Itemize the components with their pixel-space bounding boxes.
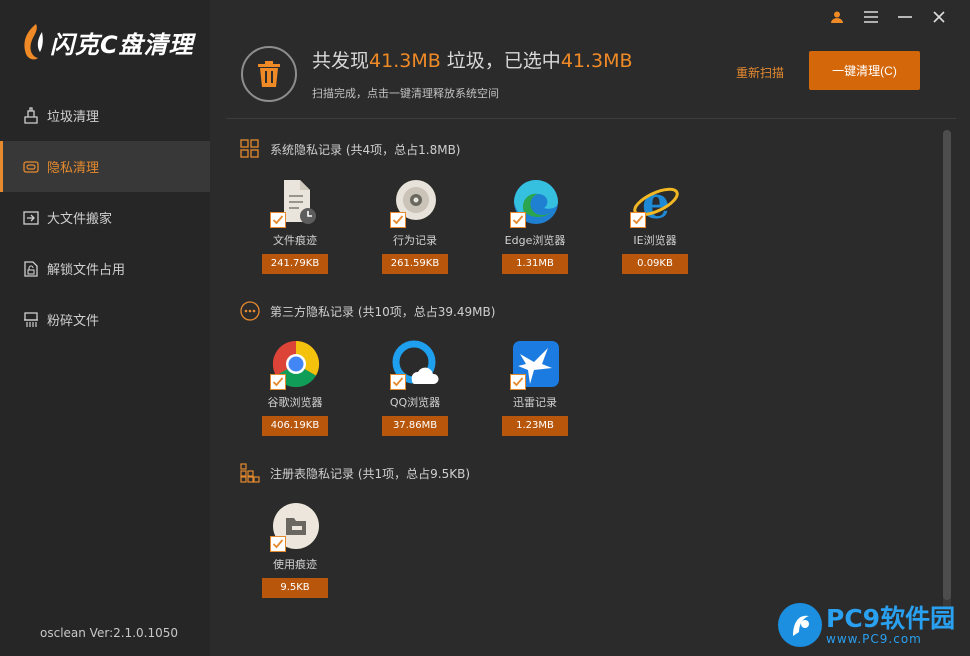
item-size-badge: 37.86MB (382, 416, 448, 436)
checkbox-checked-icon[interactable] (270, 212, 286, 228)
item-label: Edge浏览器 (504, 234, 566, 247)
item-label: QQ浏览器 (389, 396, 441, 409)
item-size-badge: 261.59KB (382, 254, 448, 274)
logo-flame-icon (24, 24, 43, 60)
unlock-file-icon (22, 260, 40, 278)
privacy-item-chrome[interactable]: 谷歌浏览器 406.19KB (262, 340, 328, 436)
privacy-item-usage-trace[interactable]: 使用痕迹 9.5KB (262, 502, 328, 598)
menu-button[interactable] (854, 6, 888, 28)
broom-icon (22, 106, 40, 125)
more-dots-icon (240, 301, 260, 321)
watermark-main: PC9软件园 (826, 603, 956, 633)
one-click-clean-button[interactable]: 一键清理(C) (809, 51, 920, 90)
sidebar-item-junk-clean[interactable]: 垃圾清理 (0, 90, 210, 141)
header-divider (226, 118, 956, 119)
sidebar-item-label: 解锁文件占用 (47, 263, 126, 278)
summary-middle: 垃圾，已选中 (446, 50, 561, 72)
item-label: IE浏览器 (633, 234, 677, 247)
summary-prefix: 共发现 (312, 50, 370, 72)
scrollbar[interactable] (943, 130, 951, 610)
item-size-badge: 0.09KB (622, 254, 688, 274)
section-system-privacy: 系统隐私记录 (共4项，总占1.8MB) (240, 139, 460, 159)
privacy-item-file-trace[interactable]: 文件痕迹 241.79KB (262, 178, 328, 274)
app-logo: 闪克C盘清理 (18, 20, 194, 64)
checkbox-checked-icon[interactable] (390, 374, 406, 390)
watermark-sub: www.PC9.com (826, 631, 922, 646)
item-size-badge: 9.5KB (262, 578, 328, 598)
section-title-text: 第三方隐私记录 (共10项，总占39.49MB) (270, 304, 496, 319)
sidebar-item-label: 大文件搬家 (47, 212, 113, 227)
selected-size: 41.3MB (560, 50, 633, 72)
sidebar-item-label: 粉碎文件 (47, 314, 100, 329)
shredder-icon (22, 311, 40, 329)
item-size-badge: 241.79KB (262, 254, 328, 274)
logo-text: 闪克C盘清理 (50, 30, 194, 59)
close-icon (933, 11, 945, 23)
rescan-link[interactable]: 重新扫描 (736, 64, 784, 81)
watermark: PC9软件园 www.PC9.com (778, 603, 955, 647)
scan-summary-subtitle: 扫描完成，点击一键清理释放系统空间 (312, 87, 499, 100)
item-label: 迅雷记录 (513, 396, 557, 409)
item-size-badge: 1.23MB (502, 416, 568, 436)
checkbox-checked-icon[interactable] (510, 212, 526, 228)
window-controls (820, 6, 956, 28)
sidebar: 闪克C盘清理 垃圾清理 隐私清理 大文件搬家 解锁文件占用 粉碎文件 oscle… (0, 0, 210, 656)
section-third-party-privacy: 第三方隐私记录 (共10项，总占39.49MB) (240, 301, 495, 321)
scan-summary-title: 共发现41.3MB 垃圾，已选中41.3MB (312, 46, 633, 73)
privacy-item-xunlei[interactable]: 迅雷记录 1.23MB (502, 340, 568, 436)
item-label: 谷歌浏览器 (267, 396, 323, 409)
close-button[interactable] (922, 6, 956, 28)
windows-grid-icon (240, 139, 260, 159)
sidebar-item-label: 垃圾清理 (47, 110, 100, 125)
found-size: 41.3MB (369, 50, 441, 72)
user-icon (831, 11, 843, 23)
item-label: 行为记录 (393, 234, 437, 247)
sidebar-item-shred-file[interactable]: 粉碎文件 (0, 294, 210, 345)
trash-icon (258, 61, 280, 87)
move-icon (22, 209, 40, 227)
section-title-text: 系统隐私记录 (共4项，总占1.8MB) (270, 142, 461, 157)
privacy-icon (22, 158, 40, 176)
checkbox-checked-icon[interactable] (270, 374, 286, 390)
checkbox-checked-icon[interactable] (630, 212, 646, 228)
minimize-button[interactable] (888, 6, 922, 28)
scrollbar-thumb[interactable] (943, 130, 951, 600)
section-title-text: 注册表隐私记录 (共1项，总占9.5KB) (270, 466, 470, 481)
version-label: osclean Ver:2.1.0.1050 (40, 626, 178, 640)
watermark-logo-icon (778, 603, 822, 647)
privacy-item-edge[interactable]: Edge浏览器 1.31MB (502, 178, 568, 274)
privacy-item-behavior-record[interactable]: 行为记录 261.59KB (382, 178, 448, 274)
item-size-badge: 1.31MB (502, 254, 568, 274)
checkbox-checked-icon[interactable] (510, 374, 526, 390)
trash-badge (241, 46, 297, 102)
sidebar-item-label: 隐私清理 (47, 161, 100, 176)
svg-text:e: e (642, 178, 670, 228)
privacy-item-ie[interactable]: e IE浏览器 0.09KB (622, 178, 688, 274)
checkbox-checked-icon[interactable] (390, 212, 406, 228)
sidebar-nav: 垃圾清理 隐私清理 大文件搬家 解锁文件占用 粉碎文件 (0, 90, 210, 345)
item-size-badge: 406.19KB (262, 416, 328, 436)
menu-icon (864, 11, 878, 23)
section-registry-privacy: 注册表隐私记录 (共1项，总占9.5KB) (240, 463, 470, 483)
sidebar-item-move-large-files[interactable]: 大文件搬家 (0, 192, 210, 243)
sidebar-item-unlock-file[interactable]: 解锁文件占用 (0, 243, 210, 294)
minimize-icon (898, 16, 912, 18)
user-button[interactable] (820, 6, 854, 28)
item-label: 文件痕迹 (273, 234, 317, 247)
privacy-item-qq-browser[interactable]: QQ浏览器 37.86MB (382, 340, 448, 436)
sidebar-item-privacy-clean[interactable]: 隐私清理 (0, 141, 210, 192)
item-label: 使用痕迹 (273, 558, 317, 571)
registry-grid-icon (240, 463, 260, 483)
checkbox-checked-icon[interactable] (270, 536, 286, 552)
